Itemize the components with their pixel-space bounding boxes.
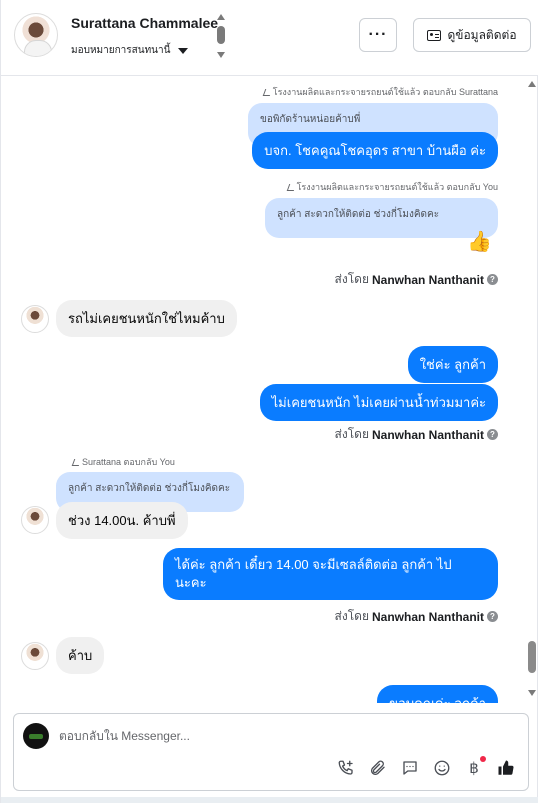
info-icon[interactable]: ? xyxy=(487,611,498,622)
reply-input[interactable] xyxy=(59,729,499,743)
contact-name[interactable]: Surattana Chammalee xyxy=(71,15,218,31)
reply-icon xyxy=(262,89,273,96)
contact-avatar-small[interactable] xyxy=(21,305,49,333)
thumbs-up-icon[interactable] xyxy=(496,758,516,778)
inbox-conversation-panel: Surattana Chammalee มอบหมายการสนทนานี้ ·… xyxy=(0,0,538,803)
phone-plus-icon[interactable] xyxy=(336,758,356,778)
composer-toolbar: ฿ xyxy=(336,756,516,779)
reply-context-note: โรงงานผลิตและกระจายรถยนต์ใช้แล้ว ตอบกลับ… xyxy=(262,85,498,99)
assign-conversation-dropdown[interactable]: มอบหมายการสนทนานี้ xyxy=(71,43,189,58)
reply-icon xyxy=(71,459,82,466)
sent-by-line: ส่งโดย Nanwhan Nanthanit? xyxy=(335,425,498,444)
info-icon[interactable]: ? xyxy=(487,429,498,440)
info-icon[interactable]: ? xyxy=(487,274,498,285)
scroll-down-icon[interactable] xyxy=(217,52,225,58)
chat-bubble-icon[interactable] xyxy=(400,758,420,778)
notification-dot xyxy=(480,756,486,762)
baht-glyph: ฿ xyxy=(469,760,479,777)
like-reaction-icon[interactable]: 👍 xyxy=(467,229,492,254)
bottom-strip xyxy=(1,797,538,803)
scroll-down-icon[interactable] xyxy=(528,690,536,696)
reply-context-note: Surattana ตอบกลับ You xyxy=(71,455,175,469)
outgoing-message[interactable]: ได้ค่ะ ลูกค้า เดี๋ยว 14.00 จะมีเซลล์ติดต… xyxy=(163,548,498,600)
message-thread[interactable]: โรงงานผลิตและกระจายรถยนต์ใช้แล้ว ตอบกลับ… xyxy=(1,77,525,703)
outgoing-message-partial[interactable]: ขอบคุณค่ะ ลูกค้า xyxy=(377,685,498,703)
reply-context-note: โรงงานผลิตและกระจายรถยนต์ใช้แล้ว ตอบกลับ… xyxy=(286,180,498,194)
outgoing-message[interactable]: ไม่เคยชนหนัก ไม่เคยผ่านน้ำท่วมมาค่ะ xyxy=(259,384,498,421)
scroll-thumb[interactable] xyxy=(217,26,225,44)
outgoing-message[interactable]: บจก. โชคคูณโชคอุดร สาขา บ้านผือ ค่ะ xyxy=(252,132,498,169)
view-contact-info-button[interactable]: ดูข้อมูลติดต่อ xyxy=(413,18,531,52)
paperclip-icon[interactable] xyxy=(368,758,388,778)
message-line: ได้ค่ะ ลูกค้า เดี๋ยว 14.00 จะมีเซลล์ติดต… xyxy=(175,557,452,572)
contact-card-icon xyxy=(427,29,442,41)
scroll-up-icon[interactable] xyxy=(528,81,536,87)
quoted-message[interactable]: ลูกค้า สะดวกให้ติดต่อ ช่วงกี่โมงคิดคะ xyxy=(265,198,498,238)
outgoing-message[interactable]: ใช่ค่ะ ลูกค้า xyxy=(407,346,498,383)
header-scrollbar[interactable] xyxy=(216,14,226,60)
incoming-message[interactable]: ค้าบ xyxy=(56,637,105,674)
page-avatar xyxy=(23,723,49,749)
contact-avatar[interactable] xyxy=(14,13,58,57)
message-composer: ฿ xyxy=(13,713,529,791)
sent-by-line: ส่งโดย Nanwhan Nanthanit? xyxy=(335,607,498,626)
sent-by-line: ส่งโดย Nanwhan Nanthanit? xyxy=(335,270,498,289)
message-line: นะคะ xyxy=(175,575,207,590)
view-contact-info-label: ดูข้อมูลติดต่อ xyxy=(447,27,517,42)
scroll-thumb[interactable] xyxy=(528,641,536,673)
scroll-up-icon[interactable] xyxy=(217,14,225,20)
emoji-icon[interactable] xyxy=(432,758,452,778)
reply-icon xyxy=(286,184,296,191)
assign-conversation-label: มอบหมายการสนทนานี้ xyxy=(71,45,171,56)
incoming-message[interactable]: ช่วง 14.00น. ค้าบพี่ xyxy=(56,502,188,539)
baht-icon[interactable]: ฿ xyxy=(464,756,486,778)
caret-down-icon xyxy=(178,47,189,54)
contact-avatar-small[interactable] xyxy=(21,642,49,670)
incoming-message[interactable]: รถไม่เคยชนหนักใช่ไหมค้าบ xyxy=(56,300,237,337)
thread-scrollbar[interactable] xyxy=(525,77,538,703)
contact-avatar-small[interactable] xyxy=(21,506,49,534)
more-options-button[interactable]: ··· xyxy=(359,18,397,52)
conversation-header: Surattana Chammalee มอบหมายการสนทนานี้ ·… xyxy=(1,0,538,76)
